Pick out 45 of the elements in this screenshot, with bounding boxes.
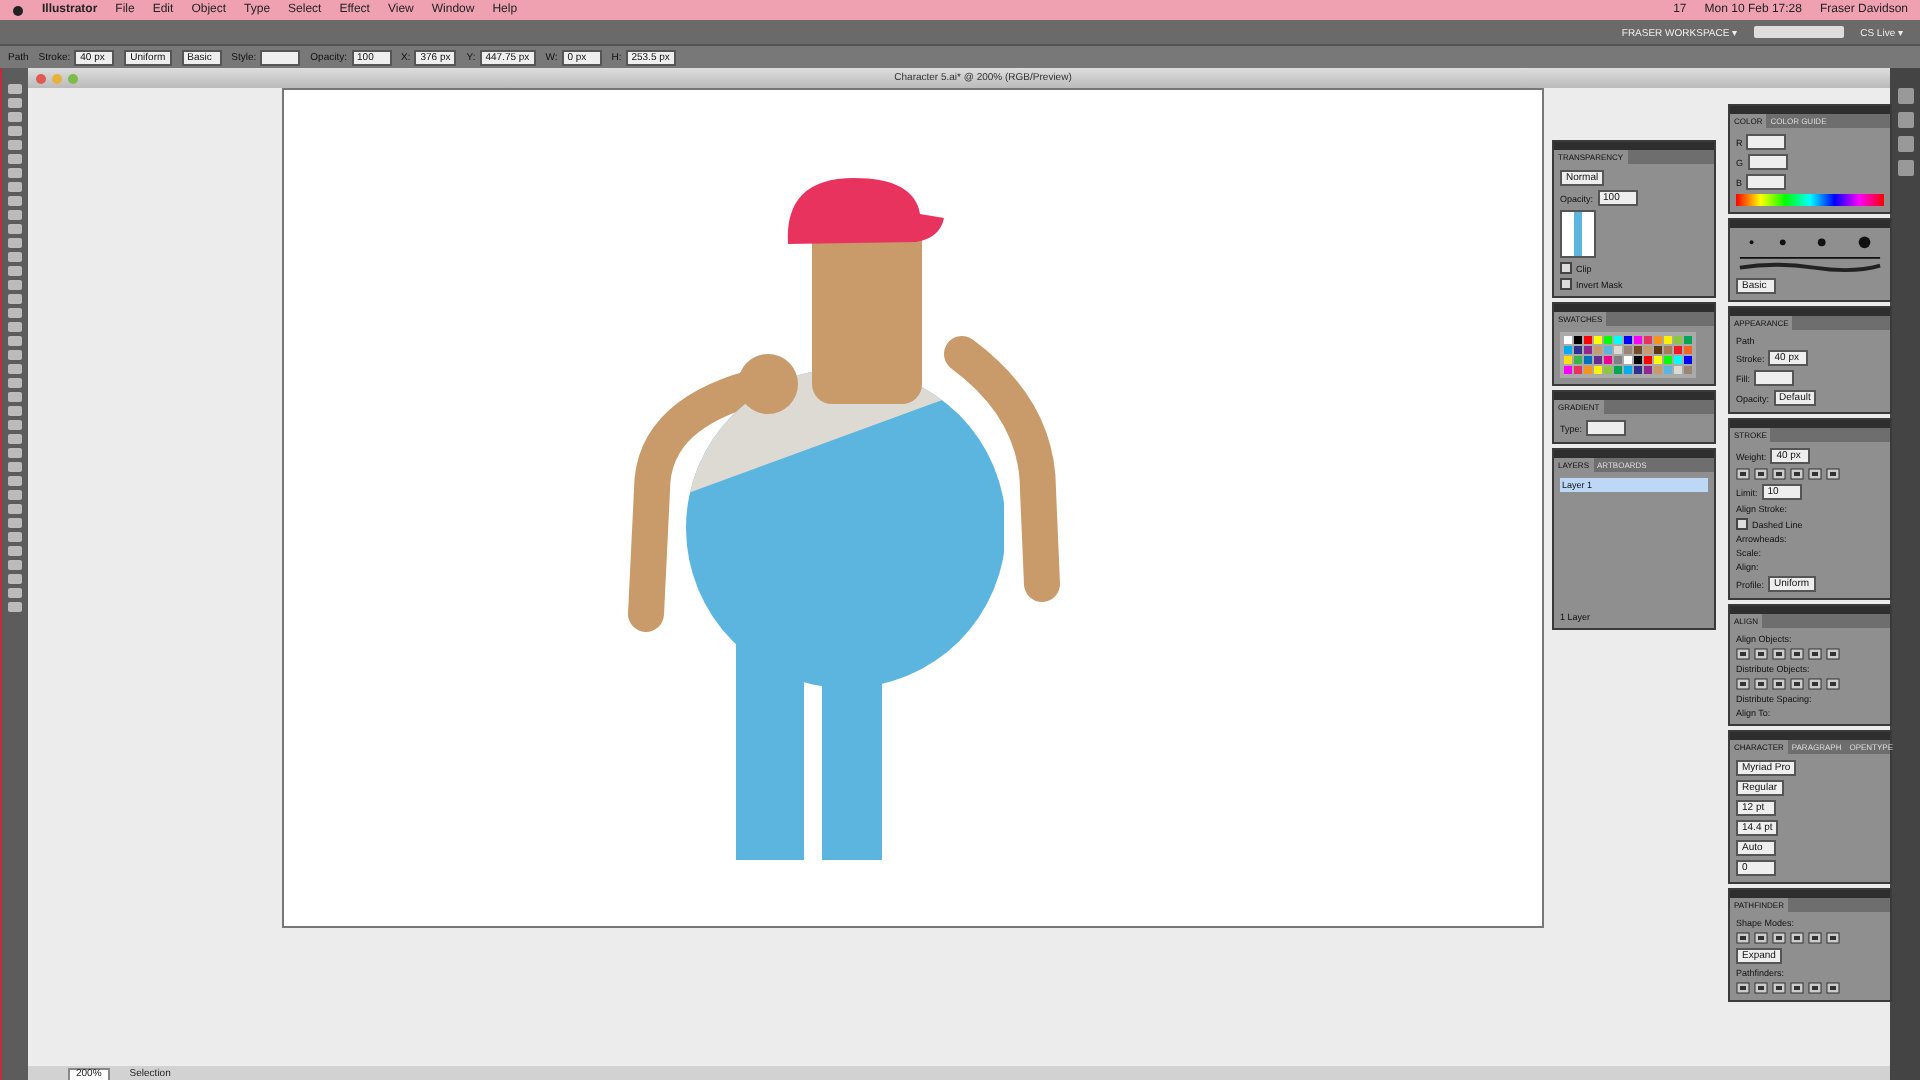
checkbox[interactable] [1560,278,1572,290]
square-button-icon[interactable] [1790,932,1804,944]
square-button-icon[interactable] [1808,932,1822,944]
input-field[interactable] [1586,420,1627,436]
square-button-icon[interactable] [1754,468,1768,480]
square-button-icon[interactable] [1754,678,1768,690]
square-button-icon[interactable] [1772,678,1786,690]
input-field[interactable] [1746,134,1787,150]
input-field[interactable] [1747,154,1788,170]
square-button-icon[interactable] [1772,932,1786,944]
close-icon[interactable] [36,73,46,83]
square-button-icon[interactable] [1736,648,1750,660]
input-field[interactable] [1754,370,1794,386]
square-button-icon[interactable] [1790,982,1804,994]
input-field[interactable] [1746,174,1787,190]
square-button-icon[interactable] [1754,932,1768,944]
checkbox[interactable] [1736,518,1748,530]
square-button-icon[interactable] [1808,648,1822,660]
square-button-icon[interactable] [1826,648,1840,660]
square-button-icon[interactable] [1772,982,1786,994]
square-button-icon[interactable] [1754,648,1768,660]
apple-icon[interactable] [12,4,24,16]
checkbox[interactable] [1560,262,1572,274]
color-spectrum[interactable] [1736,194,1884,206]
square-button-icon[interactable] [1826,982,1840,994]
square-button-icon[interactable] [1754,982,1768,994]
square-button-icon[interactable] [1808,982,1822,994]
square-button-icon[interactable] [1736,678,1750,690]
square-button-icon[interactable] [1808,678,1822,690]
square-button-icon[interactable] [1772,648,1786,660]
square-button-icon[interactable] [1826,468,1840,480]
square-button-icon[interactable] [1736,932,1750,944]
square-button-icon[interactable] [1808,468,1822,480]
square-button-icon[interactable] [1790,468,1804,480]
square-button-icon[interactable] [1826,932,1840,944]
swatch-grid[interactable] [1560,332,1696,378]
square-button-icon[interactable] [1736,982,1750,994]
square-button-icon[interactable] [1790,648,1804,660]
search-field[interactable] [1754,26,1845,38]
square-button-icon[interactable] [1772,468,1786,480]
mask-preview-icon [1560,210,1596,258]
square-button-icon[interactable] [1736,468,1750,480]
input-field[interactable] [260,49,301,65]
square-button-icon[interactable] [1826,678,1840,690]
square-button-icon[interactable] [1790,678,1804,690]
